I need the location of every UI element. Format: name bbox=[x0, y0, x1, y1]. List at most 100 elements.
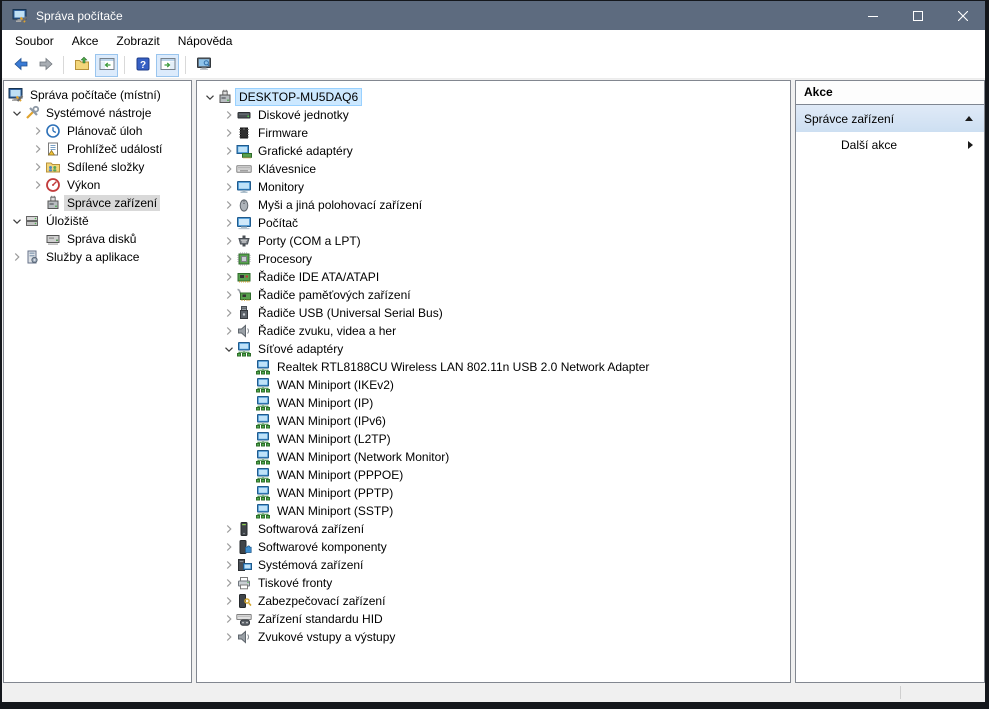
tree-item-label[interactable]: Řadiče paměťových zařízení bbox=[255, 287, 414, 303]
chevron-expanded-icon[interactable] bbox=[203, 89, 217, 105]
tree-item[interactable]: Softwarové komponenty bbox=[197, 538, 790, 556]
chevron-collapsed-icon[interactable] bbox=[222, 305, 236, 321]
tree-item[interactable]: Plánovač úloh bbox=[4, 122, 191, 140]
tree-item-label[interactable]: WAN Miniport (Network Monitor) bbox=[274, 449, 452, 465]
tree-item-label[interactable]: WAN Miniport (IPv6) bbox=[274, 413, 389, 429]
tree-item[interactable]: DESKTOP-MU5DAQ6 bbox=[197, 88, 790, 106]
close-button[interactable] bbox=[940, 1, 985, 30]
chevron-collapsed-icon[interactable] bbox=[31, 159, 45, 175]
tree-item[interactable]: Řadiče USB (Universal Serial Bus) bbox=[197, 304, 790, 322]
menu-item[interactable]: Akce bbox=[63, 31, 108, 51]
tree-item-label[interactable]: Realtek RTL8188CU Wireless LAN 802.11n U… bbox=[274, 359, 652, 375]
tree-item-label[interactable]: Zařízení standardu HID bbox=[255, 611, 386, 627]
tree-item[interactable]: Správa počítače (místní) bbox=[4, 86, 191, 104]
tree-item[interactable]: Prohlížeč událostí bbox=[4, 140, 191, 158]
chevron-collapsed-icon[interactable] bbox=[222, 611, 236, 627]
chevron-collapsed-icon[interactable] bbox=[222, 557, 236, 573]
show-action-pane-button[interactable] bbox=[156, 54, 179, 77]
tree-item[interactable]: WAN Miniport (Network Monitor) bbox=[197, 448, 790, 466]
tree-item[interactable]: Tiskové fronty bbox=[197, 574, 790, 592]
tree-item-label[interactable]: Správa disků bbox=[64, 231, 139, 247]
tree-item-label[interactable]: Zabezpečovací zařízení bbox=[255, 593, 388, 609]
tree-item-label[interactable]: Grafické adaptéry bbox=[255, 143, 356, 159]
tree-item-label[interactable]: Počítač bbox=[255, 215, 301, 231]
chevron-collapsed-icon[interactable] bbox=[222, 575, 236, 591]
tree-item-label[interactable]: Úložiště bbox=[43, 213, 92, 229]
console-window-button[interactable] bbox=[192, 54, 215, 77]
chevron-collapsed-icon[interactable] bbox=[222, 539, 236, 555]
menu-item[interactable]: Zobrazit bbox=[107, 31, 168, 51]
tree-item-label[interactable]: Řadiče IDE ATA/ATAPI bbox=[255, 269, 382, 285]
tree-item-label[interactable]: WAN Miniport (IP) bbox=[274, 395, 376, 411]
tree-item[interactable]: Procesory bbox=[197, 250, 790, 268]
tree-item-label[interactable]: Síťové adaptéry bbox=[255, 341, 346, 357]
tree-item-label[interactable]: Myši a jiná polohovací zařízení bbox=[255, 197, 425, 213]
tree-item-label[interactable]: Výkon bbox=[64, 177, 103, 193]
chevron-expanded-icon[interactable] bbox=[222, 341, 236, 357]
chevron-collapsed-icon[interactable] bbox=[222, 215, 236, 231]
tree-item-label[interactable]: DESKTOP-MU5DAQ6 bbox=[236, 89, 361, 105]
tree-item-label[interactable]: Tiskové fronty bbox=[255, 575, 335, 591]
tree-item-label[interactable]: Softwarové komponenty bbox=[255, 539, 390, 555]
chevron-collapsed-icon[interactable] bbox=[222, 269, 236, 285]
chevron-collapsed-icon[interactable] bbox=[222, 323, 236, 339]
tree-item[interactable]: WAN Miniport (PPPOE) bbox=[197, 466, 790, 484]
tree-item[interactable]: WAN Miniport (IP) bbox=[197, 394, 790, 412]
tree-item[interactable]: Počítač bbox=[197, 214, 790, 232]
tree-item[interactable]: WAN Miniport (IPv6) bbox=[197, 412, 790, 430]
help-button[interactable]: ? bbox=[131, 54, 154, 77]
tree-item-label[interactable]: WAN Miniport (IKEv2) bbox=[274, 377, 397, 393]
title-bar[interactable]: Správa počítače bbox=[2, 1, 985, 30]
tree-item[interactable]: Služby a aplikace bbox=[4, 248, 191, 266]
maximize-button[interactable] bbox=[895, 1, 940, 30]
tree-item[interactable]: Řadiče paměťových zařízení bbox=[197, 286, 790, 304]
tree-item-label[interactable]: WAN Miniport (PPTP) bbox=[274, 485, 396, 501]
back-button[interactable] bbox=[9, 54, 32, 77]
chevron-expanded-icon[interactable] bbox=[10, 105, 24, 121]
actions-section-device-manager[interactable]: Správce zařízení bbox=[796, 105, 984, 132]
chevron-collapsed-icon[interactable] bbox=[31, 141, 45, 157]
tree-item[interactable]: Realtek RTL8188CU Wireless LAN 802.11n U… bbox=[197, 358, 790, 376]
tree-item-label[interactable]: WAN Miniport (PPPOE) bbox=[274, 467, 406, 483]
chevron-collapsed-icon[interactable] bbox=[31, 177, 45, 193]
tree-item[interactable]: Systémová zařízení bbox=[197, 556, 790, 574]
tree-item[interactable]: Systémové nástroje bbox=[4, 104, 191, 122]
forward-button[interactable] bbox=[34, 54, 57, 77]
tree-item[interactable]: Porty (COM a LPT) bbox=[197, 232, 790, 250]
tree-item-label[interactable]: Diskové jednotky bbox=[255, 107, 352, 123]
tree-item-label[interactable]: Procesory bbox=[255, 251, 315, 267]
tree-item[interactable]: Firmware bbox=[197, 124, 790, 142]
chevron-collapsed-icon[interactable] bbox=[222, 521, 236, 537]
tree-item[interactable]: Zvukové vstupy a výstupy bbox=[197, 628, 790, 646]
tree-item-label[interactable]: Systémové nástroje bbox=[43, 105, 154, 121]
tree-item[interactable]: Diskové jednotky bbox=[197, 106, 790, 124]
chevron-collapsed-icon[interactable] bbox=[222, 287, 236, 303]
tree-item-label[interactable]: Řadiče zvuku, videa a her bbox=[255, 323, 399, 339]
chevron-collapsed-icon[interactable] bbox=[222, 593, 236, 609]
tree-item[interactable]: WAN Miniport (IKEv2) bbox=[197, 376, 790, 394]
tree-item-label[interactable]: Správce zařízení bbox=[64, 195, 160, 211]
tree-item-label[interactable]: Plánovač úloh bbox=[64, 123, 145, 139]
chevron-collapsed-icon[interactable] bbox=[222, 107, 236, 123]
chevron-collapsed-icon[interactable] bbox=[222, 143, 236, 159]
tree-item[interactable]: WAN Miniport (SSTP) bbox=[197, 502, 790, 520]
tree-item-label[interactable]: Firmware bbox=[255, 125, 311, 141]
tree-item-label[interactable]: Klávesnice bbox=[255, 161, 319, 177]
show-console-tree-button[interactable] bbox=[95, 54, 118, 77]
tree-item[interactable]: Řadiče IDE ATA/ATAPI bbox=[197, 268, 790, 286]
tree-item-label[interactable]: Systémová zařízení bbox=[255, 557, 366, 573]
chevron-expanded-icon[interactable] bbox=[10, 213, 24, 229]
tree-item-label[interactable]: Monitory bbox=[255, 179, 307, 195]
tree-item[interactable]: Úložiště bbox=[4, 212, 191, 230]
chevron-collapsed-icon[interactable] bbox=[10, 249, 24, 265]
chevron-collapsed-icon[interactable] bbox=[222, 197, 236, 213]
chevron-collapsed-icon[interactable] bbox=[222, 179, 236, 195]
chevron-collapsed-icon[interactable] bbox=[222, 125, 236, 141]
tree-item-label[interactable]: Řadiče USB (Universal Serial Bus) bbox=[255, 305, 446, 321]
tree-item-label[interactable]: WAN Miniport (SSTP) bbox=[274, 503, 396, 519]
tree-item[interactable]: Správce zařízení bbox=[4, 194, 191, 212]
tree-item[interactable]: Zabezpečovací zařízení bbox=[197, 592, 790, 610]
tree-item[interactable]: Správa disků bbox=[4, 230, 191, 248]
minimize-button[interactable] bbox=[850, 1, 895, 30]
chevron-collapsed-icon[interactable] bbox=[31, 123, 45, 139]
